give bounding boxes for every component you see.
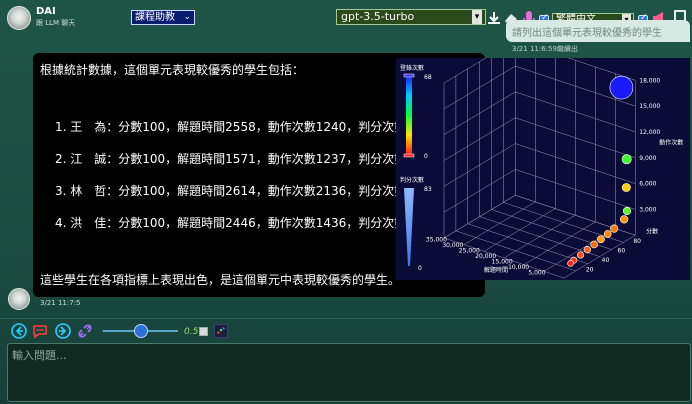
grid-3d: [443, 40, 636, 279]
color-legend-max: 68: [424, 74, 432, 81]
app-title: DAI: [36, 6, 56, 17]
chat-icon[interactable]: [32, 323, 48, 339]
y-tick-label: 60: [618, 248, 626, 255]
model-select[interactable]: gpt-3.5-turbo ▾: [336, 9, 486, 25]
scatter-point[interactable]: [597, 235, 605, 244]
z-tick-label: 9,000: [639, 155, 656, 162]
unlink-icon[interactable]: [77, 323, 93, 339]
brand-logo: [7, 6, 31, 30]
assistant-avatar: [8, 288, 30, 310]
color-legend-label: 登錄次數: [400, 64, 424, 72]
z-tick-label: 18,000: [639, 77, 660, 84]
x-tick-label: 35,000: [426, 237, 447, 244]
scatter-point[interactable]: [583, 246, 592, 254]
scatter-point[interactable]: [577, 251, 585, 259]
message-conclusion: 這些學生在各項指標上表現出色，是這個單元中表現較優秀的學生。: [40, 273, 401, 287]
y-tick-label: 20: [586, 267, 594, 274]
size-legend-bar: [404, 188, 414, 266]
assistant-select[interactable]: 課程助教 ⌄: [131, 10, 195, 25]
scatter-point[interactable]: [603, 230, 612, 238]
scatter-point[interactable]: [610, 224, 619, 233]
user-message-time: 3/21 11:6:59繼續出: [512, 45, 578, 53]
stop-button[interactable]: [199, 327, 208, 336]
x-tick-label: 5,000: [528, 270, 545, 277]
scatter-point[interactable]: [622, 206, 632, 216]
grid-line: [483, 208, 556, 252]
chevron-down-icon: ⌄: [183, 12, 191, 22]
size-legend-min: 0: [418, 265, 422, 272]
question-input-container[interactable]: [7, 343, 691, 402]
scatter-point[interactable]: [620, 215, 629, 224]
list-item: 2. 江 誠：分數100，解題時間1571，動作次數1237，判分次數2: [55, 152, 414, 166]
temperature-slider-thumb[interactable]: [134, 324, 148, 338]
color-legend-min: 0: [424, 153, 428, 160]
scatter-3d-chart[interactable]: 登錄次數 68 0 判分次數 83 0 3,000 6,000 9,000 12,00…: [396, 40, 690, 280]
app-subtitle: 跟 LLM 聊天: [36, 19, 76, 27]
forward-icon[interactable]: [55, 323, 71, 339]
user-message-text: 請列出這個單元表現較優秀的學生: [512, 28, 662, 39]
chevron-down-icon: ▾: [472, 10, 482, 24]
x-axis-label: 解題時間: [484, 266, 508, 274]
size-legend-max: 83: [424, 186, 432, 193]
message-time: 3/21 11:7:5: [40, 299, 81, 307]
scatter-point[interactable]: [609, 75, 634, 100]
back-icon[interactable]: [11, 323, 27, 339]
chart-panel[interactable]: 登錄次數 68 0 判分次數 83 0 3,000 6,000 9,000 12,00…: [396, 40, 690, 280]
z-tick-label: 6,000: [639, 181, 656, 188]
assistant-select-value: 課程助教: [135, 12, 175, 23]
color-legend-handle-top[interactable]: [403, 73, 415, 78]
z-tick-label: 12,000: [639, 129, 660, 136]
download-icon[interactable]: [486, 10, 502, 26]
model-select-value: gpt-3.5-turbo: [341, 10, 415, 23]
y-tick-label: 80: [633, 238, 641, 245]
color-legend-handle-bottom[interactable]: [403, 153, 415, 158]
size-legend-label: 判分次數: [400, 176, 424, 184]
temperature-value: 0.5: [184, 327, 199, 337]
chart-toggle-icon[interactable]: [214, 324, 228, 338]
question-input[interactable]: [8, 344, 690, 401]
message-intro: 根據統計數據，這個單元表現較優秀的學生包括：: [40, 63, 305, 77]
z-tick-label: 15,000: [639, 103, 660, 110]
scatter-point[interactable]: [590, 240, 598, 249]
y-tick-label: 40: [602, 257, 610, 264]
scatter-point[interactable]: [621, 183, 631, 192]
scatter-point[interactable]: [567, 259, 574, 267]
color-legend-bar: [406, 75, 412, 155]
grid-line: [463, 201, 536, 245]
divider: [0, 318, 692, 319]
z-tick-label: 3,000: [639, 206, 656, 213]
scatter-point[interactable]: [621, 154, 632, 165]
grid-line: [479, 216, 600, 257]
y-axis-label: 分數: [646, 228, 658, 236]
list-item: 3. 林 哲：分數100，解題時間2614，動作次數2136，判分次數2: [55, 184, 414, 198]
z-axis-label: 動作次數: [659, 138, 683, 146]
list-item: 1. 王 為：分數100，解題時間2558，動作次數1240，判分次數2: [55, 120, 414, 134]
list-item: 4. 洪 佳：分數100，解題時間2446，動作次數1436，判分次數1: [55, 216, 414, 230]
